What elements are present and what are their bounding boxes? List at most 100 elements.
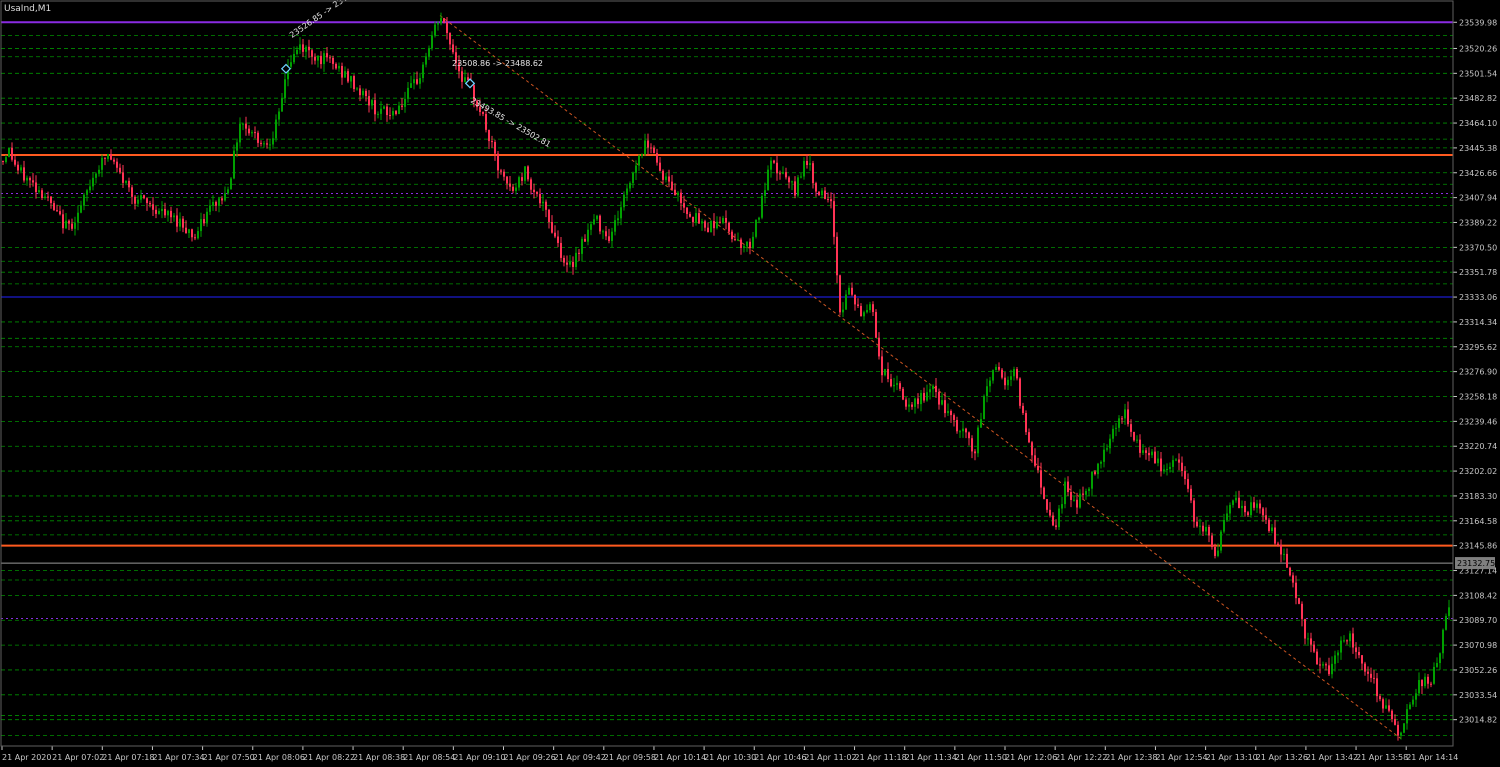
candle-body bbox=[791, 181, 793, 183]
candle-body bbox=[872, 304, 874, 313]
candle-body bbox=[236, 142, 238, 151]
candle-body bbox=[776, 162, 778, 174]
candle-body bbox=[542, 201, 544, 204]
candle-body bbox=[1280, 544, 1282, 555]
time-tick-label: 21 Apr 11:50 bbox=[955, 753, 1007, 762]
candle-body bbox=[1142, 450, 1144, 453]
candle-body bbox=[44, 196, 46, 199]
price-tick-label: 23258.18 bbox=[1459, 393, 1497, 402]
time-tick-label: 21 Apr 11:02 bbox=[804, 753, 856, 762]
candle-body bbox=[227, 189, 229, 194]
candle-body bbox=[1406, 709, 1408, 724]
candle-body bbox=[1253, 502, 1255, 508]
candle-body bbox=[152, 204, 154, 210]
candle-body bbox=[878, 337, 880, 357]
candle-body bbox=[1346, 640, 1348, 642]
candle-body bbox=[1181, 462, 1183, 472]
candle-body bbox=[1310, 638, 1312, 645]
candle-body bbox=[269, 144, 271, 146]
candle-body bbox=[524, 166, 526, 181]
candle-body bbox=[1028, 432, 1030, 443]
candle-body bbox=[1190, 488, 1192, 501]
time-tick-label: 21 Apr 08:06 bbox=[253, 753, 305, 762]
time-tick-label: 21 Apr 13:10 bbox=[1206, 753, 1258, 762]
candle-body bbox=[308, 46, 310, 51]
time-tick-label: 21 Apr 08:38 bbox=[353, 753, 405, 762]
candle-body bbox=[557, 236, 559, 243]
candle-body bbox=[1037, 465, 1039, 471]
candle-body bbox=[623, 194, 625, 208]
candle-body bbox=[800, 176, 802, 178]
candle-body bbox=[392, 111, 394, 116]
candle-body bbox=[611, 231, 613, 242]
candle-body bbox=[95, 173, 97, 178]
candle-body bbox=[1211, 535, 1213, 547]
candle-body bbox=[827, 198, 829, 200]
candle-body bbox=[323, 53, 325, 65]
candlestick-chart[interactable]: 23526.85 -> 23526.61 23508.86 -> 23488.62… bbox=[0, 0, 1500, 767]
candle-body bbox=[683, 203, 685, 208]
candle-body bbox=[1079, 493, 1081, 508]
candle-body bbox=[1172, 460, 1174, 467]
candle-body bbox=[233, 150, 235, 179]
candle-body bbox=[563, 257, 565, 263]
candle-body bbox=[1157, 458, 1159, 464]
candle-body bbox=[161, 208, 163, 212]
price-tick-label: 23426.66 bbox=[1459, 169, 1497, 178]
candle-body bbox=[1115, 427, 1117, 429]
chart-area[interactable]: 23526.85 -> 23526.61 23508.86 -> 23488.62… bbox=[0, 0, 1500, 767]
candle-body bbox=[188, 229, 190, 234]
price-tick-label: 23033.54 bbox=[1459, 691, 1497, 700]
candle-body bbox=[752, 236, 754, 249]
trade-label: 23526.85 -> 23526.61 bbox=[288, 0, 368, 40]
price-tick-label: 23202.02 bbox=[1459, 467, 1497, 476]
candle-body bbox=[821, 190, 823, 196]
candle-body bbox=[425, 56, 427, 65]
candle-body bbox=[80, 205, 82, 213]
candle-body bbox=[86, 190, 88, 195]
candle-body bbox=[68, 220, 70, 224]
candle-body bbox=[32, 180, 34, 183]
candle-body bbox=[1010, 376, 1012, 380]
price-tick-label: 23295.62 bbox=[1459, 343, 1497, 352]
candle-body bbox=[755, 219, 757, 237]
candle-body bbox=[1145, 450, 1147, 453]
candle-body bbox=[545, 201, 547, 210]
candle-body bbox=[935, 385, 937, 393]
candle-body bbox=[953, 415, 955, 420]
price-tick-label: 23145.86 bbox=[1459, 542, 1497, 551]
candle-body bbox=[749, 241, 751, 249]
candle-body bbox=[1046, 499, 1048, 510]
candle-body bbox=[962, 428, 964, 432]
candle-body bbox=[38, 190, 40, 193]
candle-body bbox=[1109, 438, 1111, 449]
candle-body bbox=[665, 176, 667, 180]
candle-body bbox=[899, 383, 901, 389]
candle-body bbox=[1139, 439, 1141, 453]
time-tick-label: 21 Apr 07:34 bbox=[152, 753, 204, 762]
candle-body bbox=[1130, 424, 1132, 432]
candle-body bbox=[554, 232, 556, 237]
candle-body bbox=[794, 181, 796, 196]
candle-body bbox=[1391, 710, 1393, 720]
candle-body bbox=[536, 191, 538, 194]
candle-body bbox=[1277, 543, 1279, 545]
candle-body bbox=[224, 193, 226, 201]
candle-body bbox=[275, 119, 277, 139]
candle-body bbox=[1367, 671, 1369, 674]
candle-body bbox=[338, 65, 340, 69]
candle-body bbox=[1133, 431, 1135, 441]
time-tick-label: 21 Apr 07:50 bbox=[203, 753, 255, 762]
candle-body bbox=[1235, 497, 1237, 501]
candle-body bbox=[1247, 512, 1249, 516]
time-tick-label: 21 Apr 13:26 bbox=[1256, 753, 1308, 762]
candle-body bbox=[593, 219, 595, 225]
candle-body bbox=[932, 385, 934, 390]
price-tick-label: 23464.10 bbox=[1459, 119, 1497, 128]
candle-body bbox=[770, 160, 772, 170]
candle-body bbox=[959, 431, 961, 433]
candle-body bbox=[716, 221, 718, 229]
candle-body bbox=[1175, 459, 1177, 461]
candle-body bbox=[500, 170, 502, 172]
candle-body bbox=[974, 451, 976, 454]
